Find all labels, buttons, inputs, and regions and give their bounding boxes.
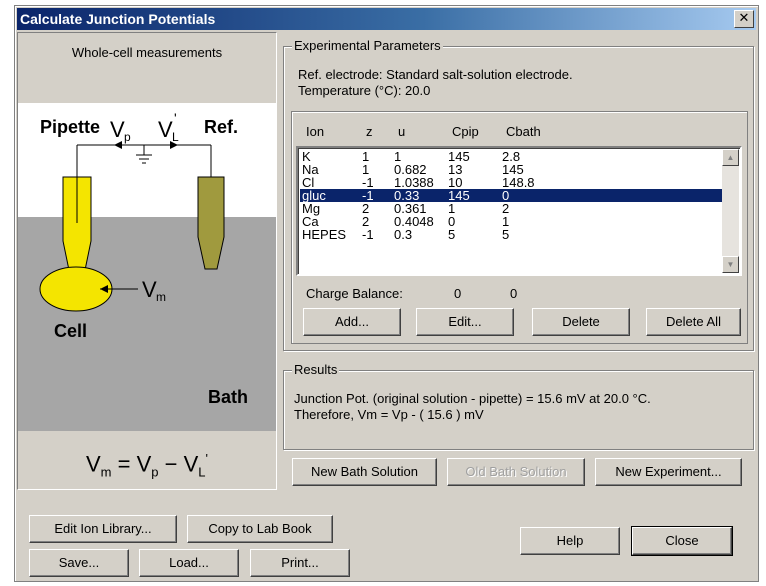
edit-ion-library-button[interactable]: Edit Ion Library...	[29, 515, 177, 543]
window-title: Calculate Junction Potentials	[20, 11, 216, 27]
header-cpip: Cpip	[452, 124, 479, 139]
save-button[interactable]: Save...	[29, 549, 129, 577]
results-group: Results Junction Pot. (original solution…	[283, 362, 754, 450]
delete-all-button[interactable]: Delete All	[646, 308, 741, 336]
ion-list-frame: Ion z u Cpip Cbath K 1 1 145 2.8 Na 1 0.682 13 14…	[291, 111, 748, 344]
ion-list-scrollbar[interactable]: ▲ ▼	[722, 149, 739, 273]
close-button[interactable]: Close	[631, 526, 733, 556]
results-line-1: Junction Pot. (original solution - pipet…	[294, 391, 651, 406]
new-experiment-button[interactable]: New Experiment...	[595, 458, 742, 486]
vl-label: V	[158, 117, 173, 142]
cell-cpip: 5	[448, 227, 456, 242]
charge-balance-bath: 0	[510, 286, 518, 301]
header-cbath: Cbath	[506, 124, 541, 139]
results-line-2: Therefore, Vm = Vp - ( 15.6 ) mV	[294, 407, 484, 422]
close-icon[interactable]: ✕	[734, 10, 754, 28]
add-button[interactable]: Add...	[303, 308, 401, 336]
delete-button[interactable]: Delete	[532, 308, 630, 336]
cell-z: -1	[362, 227, 374, 242]
ref-label: Ref.	[204, 117, 238, 137]
ref-electrode-text: Ref. electrode: Standard salt-solution e…	[298, 67, 573, 82]
experimental-parameters-label: Experimental Parameters	[292, 38, 443, 53]
vl-sub: L	[172, 130, 179, 144]
vp-label: V	[110, 117, 125, 142]
vp-sub: p	[124, 130, 131, 144]
ion-list[interactable]: K 1 1 145 2.8 Na 1 0.682 13 145 Cl -1 1.0388 10 148.8 g…	[296, 146, 742, 276]
whole-cell-diagram: Pipette Ref. V p V L ' V m Cell Bath	[18, 103, 276, 431]
dialog-window: Calculate Junction Potentials ✕ Whole-ce…	[14, 5, 759, 582]
charge-balance-label: Charge Balance:	[306, 286, 403, 301]
whole-cell-panel: Whole-cell measurements Pipette Ref. V p…	[17, 32, 277, 490]
bath-label: Bath	[208, 387, 248, 407]
voltage-formula: Vm = Vp − VL'	[85, 451, 208, 480]
temperature-text: Temperature (°C): 20.0	[298, 83, 431, 98]
charge-balance-pip: 0	[454, 286, 462, 301]
header-z: z	[366, 124, 373, 139]
cell-label: Cell	[54, 321, 87, 341]
cell-ion: HEPES	[302, 227, 347, 242]
edit-button[interactable]: Edit...	[416, 308, 514, 336]
header-u: u	[398, 124, 406, 139]
results-label: Results	[292, 362, 340, 377]
cell-u: 0.3	[394, 227, 413, 242]
experimental-parameters-group: Experimental Parameters Ref. electrode: …	[283, 38, 754, 351]
ref-electrode-shape	[197, 176, 225, 270]
load-button[interactable]: Load...	[139, 549, 239, 577]
vl-prime: '	[174, 110, 177, 126]
vm-label: V	[142, 277, 157, 302]
whole-cell-header: Whole-cell measurements	[71, 45, 223, 60]
copy-to-lab-book-button[interactable]: Copy to Lab Book	[187, 515, 333, 543]
old-bath-solution-button: Old Bath Solution	[447, 458, 585, 486]
title-bar: Calculate Junction Potentials ✕	[17, 8, 756, 30]
scroll-down-icon[interactable]: ▼	[722, 256, 739, 273]
cell-cbath: 5	[502, 227, 510, 242]
print-button[interactable]: Print...	[250, 549, 350, 577]
help-button[interactable]: Help	[520, 527, 620, 555]
header-ion: Ion	[306, 124, 325, 139]
new-bath-solution-button[interactable]: New Bath Solution	[292, 458, 437, 486]
pipette-label: Pipette	[40, 117, 100, 137]
ion-row[interactable]: HEPES -1 0.3 5 5	[300, 228, 722, 241]
scroll-up-icon[interactable]: ▲	[722, 149, 739, 166]
vm-sub: m	[156, 290, 166, 304]
